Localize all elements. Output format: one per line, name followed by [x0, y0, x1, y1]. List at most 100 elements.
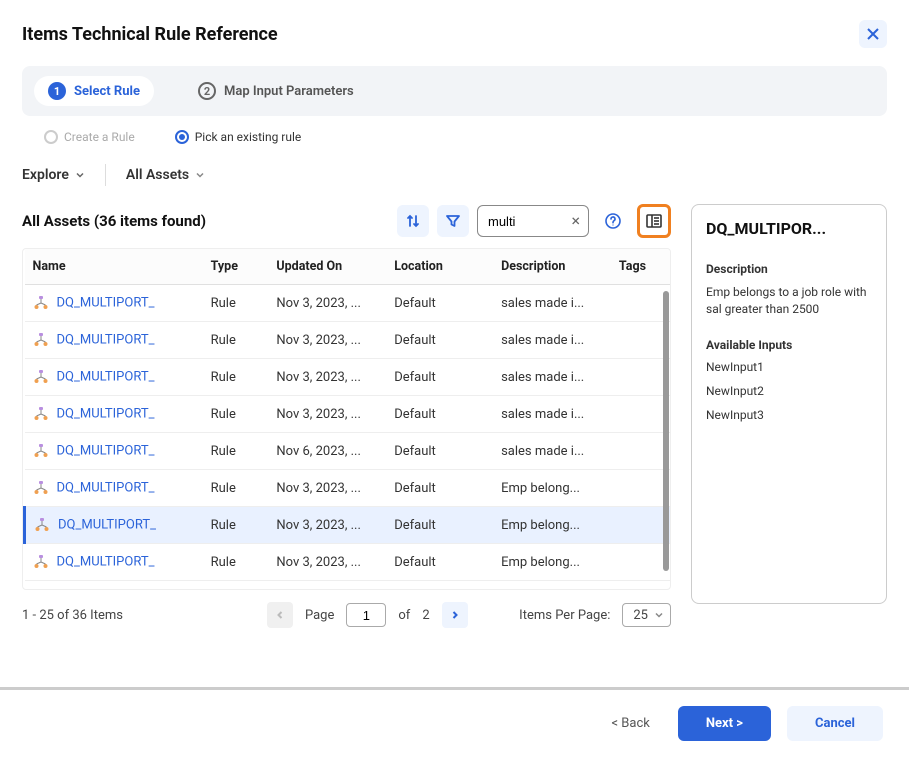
rule-icon [33, 406, 49, 422]
rule-icon [33, 369, 49, 385]
table-row[interactable]: DQ_MULTIPORT_RuleNov 3, 2023, ...Default… [25, 396, 671, 433]
next-page-button[interactable] [442, 602, 468, 628]
col-location[interactable]: Location [386, 249, 493, 285]
step-number: 2 [198, 82, 216, 100]
table-row[interactable]: DQ_MULTIPORT_RuleNov 3, 2023, ...Default… [25, 581, 671, 590]
cell-location: Default [386, 359, 493, 396]
cell-description: sales made i... [493, 322, 611, 359]
of-label: of [398, 608, 410, 623]
scope-dropdown[interactable]: All Assets [126, 167, 205, 183]
cell-type: Rule [203, 322, 269, 359]
col-tags[interactable]: Tags [611, 249, 670, 285]
col-updated[interactable]: Updated On [268, 249, 386, 285]
detail-input-item: NewInput3 [706, 408, 872, 422]
table-row[interactable]: DQ_MULTIPORT_ RuleNov 3, 2023, ...Default… [25, 544, 671, 581]
asset-name-link[interactable]: DQ_MULTIPORT_ [57, 443, 155, 458]
help-icon [604, 212, 622, 230]
cell-tags [611, 470, 670, 507]
asset-name-link[interactable]: DQ_MULTIPORT_ [57, 332, 155, 347]
scrollbar-thumb[interactable] [663, 291, 669, 571]
page-input[interactable] [346, 603, 386, 627]
clear-search-button[interactable]: × [571, 213, 580, 229]
close-icon [866, 27, 880, 41]
asset-name-link[interactable]: DQ_MULTIPORT_ [57, 554, 155, 569]
step-number: 1 [48, 82, 66, 100]
cell-description: Emp belong... [493, 581, 611, 590]
cell-updated: Nov 6, 2023, ... [268, 433, 386, 470]
detail-input-item: NewInput2 [706, 384, 872, 398]
explore-label: Explore [22, 167, 69, 183]
chevron-left-icon [275, 610, 285, 620]
filter-icon [445, 213, 461, 229]
col-name[interactable]: Name [25, 249, 203, 285]
col-description[interactable]: Description [493, 249, 611, 285]
next-button[interactable]: Next > [678, 706, 771, 741]
table-row[interactable]: DQ_MULTIPORT_RuleNov 3, 2023, ...Default… [25, 359, 671, 396]
items-per-page-select[interactable]: 25 [622, 603, 671, 627]
cell-type: Rule [203, 285, 269, 322]
cell-description: sales made i... [493, 285, 611, 322]
cell-description: Emp belong... [493, 470, 611, 507]
col-type[interactable]: Type [203, 249, 269, 285]
ipp-label: Items Per Page: [519, 608, 610, 623]
cell-updated: Nov 3, 2023, ... [268, 322, 386, 359]
detail-desc-label: Description [706, 262, 872, 276]
cell-tags [611, 322, 670, 359]
cancel-button[interactable]: Cancel [787, 706, 883, 741]
chevron-down-icon [195, 170, 205, 180]
detail-desc-text: Emp belongs to a job role with sal great… [706, 284, 872, 318]
cell-location: Default [386, 544, 493, 581]
cell-tags [611, 433, 670, 470]
close-button[interactable] [859, 20, 887, 48]
rule-icon [33, 332, 49, 348]
table-row[interactable]: DQ_MULTIPORT_RuleNov 6, 2023, ...Default… [25, 433, 671, 470]
cell-description: sales made i... [493, 359, 611, 396]
search-input[interactable] [486, 213, 565, 230]
cell-type: Rule [203, 544, 269, 581]
table-row[interactable]: DQ_MULTIPORT_ RuleNov 3, 2023, ...Default… [25, 507, 671, 544]
back-button[interactable]: < Back [611, 716, 649, 731]
asset-name-link[interactable]: DQ_MULTIPORT_ [57, 295, 155, 310]
rule-icon [33, 443, 49, 459]
table-row[interactable]: DQ_MULTIPORT_RuleNov 3, 2023, ...Default… [25, 470, 671, 507]
step-map-inputs[interactable]: 2 Map Input Parameters [184, 76, 368, 106]
prev-page-button[interactable] [267, 602, 293, 628]
cell-type: Rule [203, 396, 269, 433]
help-button[interactable] [597, 205, 629, 237]
cell-type: Rule [203, 507, 269, 544]
asset-name-link[interactable]: DQ_MULTIPORT_ [57, 480, 155, 495]
table-row[interactable]: DQ_MULTIPORT_RuleNov 3, 2023, ...Default… [25, 322, 671, 359]
sort-button[interactable] [397, 205, 429, 237]
detail-inputs-label: Available Inputs [706, 338, 872, 352]
asset-name-link[interactable]: DQ_MULTIPORT_ [57, 406, 155, 421]
radio-create-rule[interactable]: Create a Rule [44, 130, 135, 144]
cell-updated: Nov 3, 2023, ... [268, 544, 386, 581]
page-label: Page [305, 608, 334, 623]
search-input-wrap[interactable]: × [477, 205, 589, 237]
rule-icon [33, 554, 49, 570]
radio-icon [175, 130, 189, 144]
cell-type: Rule [203, 359, 269, 396]
cell-tags [611, 396, 670, 433]
sort-icon [405, 213, 421, 229]
cell-updated: Nov 3, 2023, ... [268, 396, 386, 433]
rule-icon [33, 480, 49, 496]
table-row[interactable]: DQ_MULTIPORT_RuleNov 3, 2023, ...Default… [25, 285, 671, 322]
asset-name-link[interactable]: DQ_MULTIPORT_ [57, 369, 155, 384]
asset-name-link[interactable]: DQ_MULTIPORT_ [58, 517, 156, 532]
step-select-rule[interactable]: 1 Select Rule [34, 76, 154, 106]
cell-updated: Nov 3, 2023, ... [268, 581, 386, 590]
cell-description: sales made i... [493, 396, 611, 433]
detail-title: DQ_MULTIPOR... [706, 219, 872, 238]
cell-updated: Nov 3, 2023, ... [268, 507, 386, 544]
filter-button[interactable] [437, 205, 469, 237]
radio-pick-existing[interactable]: Pick an existing rule [175, 130, 302, 144]
cell-tags [611, 507, 670, 544]
step-label: Select Rule [74, 84, 140, 99]
cell-location: Default [386, 507, 493, 544]
cell-tags [611, 285, 670, 322]
detail-panel-toggle[interactable] [637, 204, 671, 238]
explore-dropdown[interactable]: Explore [22, 167, 85, 183]
radio-label: Create a Rule [64, 130, 135, 144]
assets-table: Name Type Updated On Location Descriptio… [23, 249, 670, 589]
